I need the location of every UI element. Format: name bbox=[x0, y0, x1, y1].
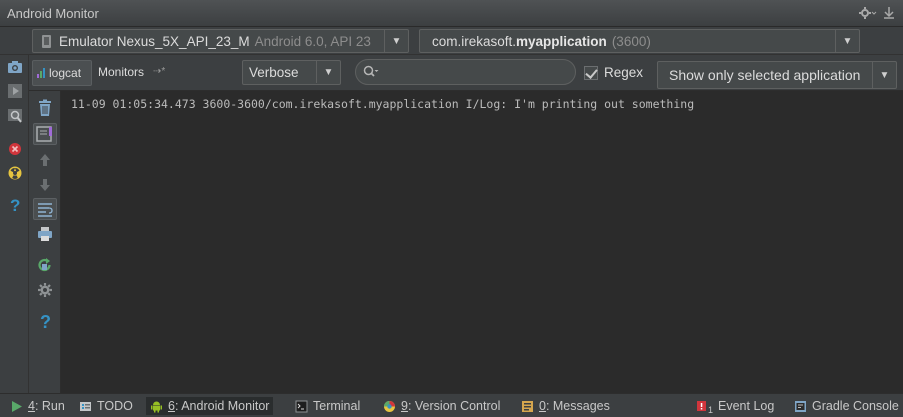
help-icon[interactable]: ? bbox=[36, 311, 54, 332]
event-log-tool-button[interactable]: 1 Event Log bbox=[692, 397, 778, 415]
dump-heap-icon[interactable] bbox=[7, 165, 23, 181]
todo-label: TODO bbox=[97, 399, 133, 413]
search-field[interactable] bbox=[355, 59, 576, 85]
chevron-down-icon[interactable]: ▼ bbox=[316, 61, 340, 83]
process-dropdown[interactable]: com.irekasoft. myapplication (3600) ▼ bbox=[419, 29, 860, 53]
window-title: Android Monitor bbox=[7, 6, 99, 21]
hide-panel-icon[interactable] bbox=[883, 6, 895, 23]
print-icon[interactable] bbox=[36, 225, 54, 243]
android-monitor-label: : Android Monitor bbox=[174, 399, 270, 413]
android-monitor-shortcut-key: 6 bbox=[168, 399, 175, 413]
todo-tool-button[interactable]: TODO bbox=[75, 397, 137, 415]
screen-record-icon[interactable] bbox=[7, 83, 23, 99]
search-input[interactable] bbox=[384, 63, 564, 81]
event-log-label: Event Log bbox=[718, 399, 775, 413]
device-name: Emulator Nexus_5X_API_23_M bbox=[59, 33, 250, 49]
logcat-icon bbox=[37, 68, 47, 78]
terminate-icon[interactable] bbox=[7, 141, 23, 157]
gradle-console-tool-button[interactable]: Gradle Console bbox=[790, 397, 903, 415]
gradle-console-icon bbox=[794, 400, 807, 413]
gradle-console-label: Gradle Console bbox=[812, 399, 899, 413]
title-bar-actions bbox=[859, 6, 895, 23]
checkbox-checked-icon[interactable] bbox=[584, 65, 598, 80]
run-icon bbox=[10, 400, 23, 413]
tool-window-bar: 4: Run TODO 6: Android Monitor Terminal … bbox=[0, 393, 903, 417]
svg-text:?: ? bbox=[10, 196, 20, 214]
terminal-icon bbox=[295, 400, 308, 413]
chevron-down-icon[interactable]: ▼ bbox=[872, 62, 896, 88]
log-line[interactable]: 11-09 01:05:34.473 3600-3600/com.irekaso… bbox=[71, 97, 694, 111]
chevron-down-icon[interactable]: ▼ bbox=[835, 30, 859, 52]
run-label: : Run bbox=[34, 399, 65, 413]
messages-tool-button[interactable]: 0: Messages bbox=[517, 397, 614, 415]
version-control-icon bbox=[383, 400, 396, 413]
device-dropdown[interactable]: Emulator Nexus_5X_API_23_M Android 6.0, … bbox=[32, 29, 409, 53]
log-level-value: Verbose bbox=[249, 65, 299, 80]
regex-label: Regex bbox=[604, 65, 644, 80]
pin-tab-icon[interactable]: ⇢* bbox=[153, 66, 165, 77]
hierarchy-view-icon[interactable] bbox=[7, 108, 23, 124]
tab-monitors[interactable]: Monitors bbox=[98, 65, 144, 79]
logcat-toolbar: ? bbox=[29, 91, 61, 393]
terminal-label: Terminal bbox=[313, 399, 361, 413]
search-icon[interactable] bbox=[363, 65, 379, 79]
logcat-output[interactable]: 11-09 01:05:34.473 3600-3600/com.irekaso… bbox=[61, 91, 903, 393]
app-filter-dropdown[interactable]: Show only selected application ▼ bbox=[657, 61, 897, 89]
app-filter-value: Show only selected application bbox=[669, 67, 861, 83]
settings-icon[interactable] bbox=[36, 281, 54, 299]
run-shortcut-key: 4 bbox=[28, 399, 35, 413]
tab-logcat[interactable]: logcat bbox=[32, 60, 92, 86]
up-stack-trace-icon[interactable] bbox=[36, 151, 54, 169]
use-soft-wraps-icon[interactable] bbox=[33, 198, 57, 220]
messages-label: : Messages bbox=[545, 399, 610, 413]
monitor-actions-strip: ? bbox=[0, 55, 29, 393]
process-pid: (3600) bbox=[611, 33, 651, 49]
down-stack-trace-icon[interactable] bbox=[36, 176, 54, 194]
help-icon[interactable]: ? bbox=[7, 196, 23, 215]
gear-icon[interactable] bbox=[859, 6, 877, 23]
device-os: Android 6.0, API 23 bbox=[254, 33, 371, 49]
chevron-down-icon[interactable]: ▼ bbox=[384, 30, 408, 52]
tab-logcat-label: logcat bbox=[49, 66, 82, 80]
process-package-name: myapplication bbox=[516, 33, 607, 49]
todo-icon bbox=[79, 400, 92, 413]
android-monitor-tool-button[interactable]: 6: Android Monitor bbox=[146, 397, 274, 415]
terminal-tool-button[interactable]: Terminal bbox=[291, 397, 364, 415]
restart-icon[interactable] bbox=[36, 257, 54, 275]
svg-text:?: ? bbox=[40, 312, 51, 331]
phone-icon bbox=[42, 34, 51, 48]
messages-icon bbox=[521, 400, 534, 413]
device-toolbar: Emulator Nexus_5X_API_23_M Android 6.0, … bbox=[0, 27, 903, 55]
regex-checkbox[interactable]: Regex bbox=[584, 65, 643, 80]
title-bar: Android Monitor bbox=[0, 0, 903, 27]
messages-shortcut-key: 0 bbox=[539, 399, 546, 413]
logcat-filter-bar: logcat Monitors ⇢* Verbose ▼ Regex Show … bbox=[29, 55, 903, 91]
camera-icon[interactable] bbox=[7, 59, 23, 75]
version-control-shortcut-key: 9 bbox=[401, 399, 408, 413]
log-level-dropdown[interactable]: Verbose ▼ bbox=[242, 60, 341, 85]
scroll-to-end-icon[interactable] bbox=[33, 123, 57, 145]
event-log-icon bbox=[696, 400, 709, 413]
version-control-tool-button[interactable]: 9: Version Control bbox=[379, 397, 504, 415]
process-package-prefix: com.irekasoft. bbox=[432, 33, 517, 49]
run-tool-button[interactable]: 4: Run bbox=[6, 397, 69, 415]
version-control-label: : Version Control bbox=[407, 399, 501, 413]
clear-logcat-icon[interactable] bbox=[36, 99, 54, 117]
android-icon bbox=[150, 400, 163, 413]
